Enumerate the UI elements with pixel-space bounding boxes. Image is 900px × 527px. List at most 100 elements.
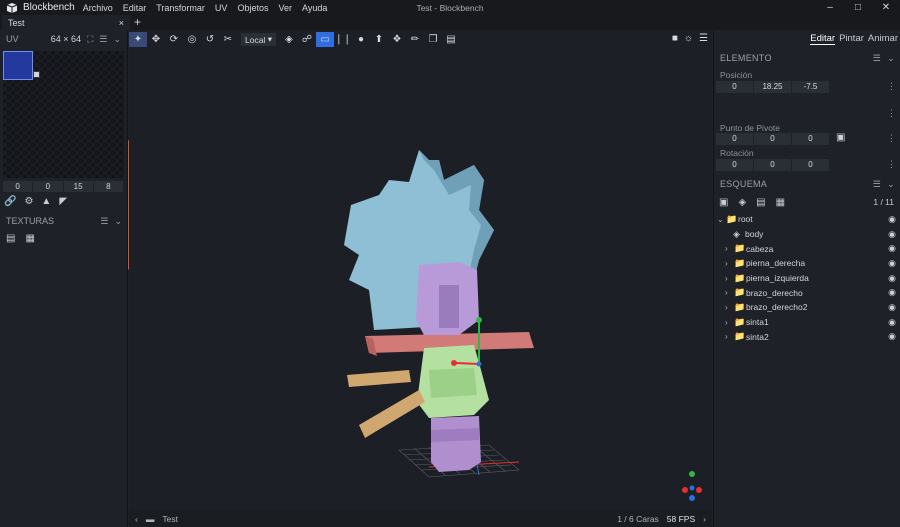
pivot-z-input[interactable]: 0 <box>792 133 829 145</box>
import-texture-icon[interactable]: ▤ <box>6 233 15 244</box>
tab-test[interactable]: Test × <box>2 15 130 30</box>
brush-icon[interactable]: ✏ <box>406 32 424 47</box>
chevron-right-icon[interactable]: › <box>725 288 734 297</box>
transform-space-select[interactable]: Local ▾ <box>241 33 276 46</box>
sort-icon[interactable]: ▦ <box>776 197 785 208</box>
panel-menu-icon[interactable]: ☰ <box>99 34 107 45</box>
triangle-icon[interactable]: ▲ <box>41 196 51 207</box>
chevron-down-icon[interactable]: ⌄ <box>887 53 895 64</box>
pivot-x-input[interactable]: 0 <box>716 133 753 145</box>
add-group-icon[interactable]: ▤ <box>756 197 765 208</box>
lighting-icon[interactable]: ☼ <box>684 33 693 44</box>
uv-w-input[interactable]: 15 <box>63 181 93 192</box>
eye-icon[interactable]: ◉ <box>888 258 896 269</box>
upload-icon[interactable]: ⬆ <box>370 32 388 47</box>
uv-resize-handle[interactable] <box>33 71 40 78</box>
menu-ayuda[interactable]: Ayuda <box>302 3 327 13</box>
chevron-right-icon[interactable]: › <box>725 318 734 327</box>
eye-icon[interactable]: ◉ <box>888 317 896 328</box>
uv-y-input[interactable]: 0 <box>33 181 63 192</box>
selection-mode-icon[interactable]: ▭ <box>315 32 334 47</box>
cut-tool-icon[interactable]: ✂ <box>219 32 237 47</box>
link-icon[interactable]: 🔗 <box>4 196 16 207</box>
list-item[interactable]: ⌄ 📁 root ◉ <box>713 212 900 227</box>
chevron-down-icon[interactable]: ⌄ <box>114 216 122 227</box>
chevron-right-icon[interactable]: › <box>725 244 734 253</box>
uv-selection-box[interactable] <box>3 51 33 80</box>
eye-icon[interactable]: ◉ <box>888 331 896 342</box>
move-tool-icon[interactable]: ✦ <box>129 32 147 47</box>
panel-menu-icon[interactable]: ☰ <box>873 179 881 190</box>
position-y-input[interactable]: 18.25 <box>754 81 791 93</box>
list-item[interactable]: › 📁 pierna_izquierda ◉ <box>713 271 900 286</box>
mode-animate[interactable]: Animar <box>868 33 898 45</box>
sidebar-toggle-icon[interactable]: ‹ <box>135 514 138 524</box>
3d-viewport[interactable] <box>129 30 712 527</box>
uv-x-input[interactable]: 0 <box>3 181 33 192</box>
add-cube-icon[interactable]: ▣ <box>719 197 728 208</box>
minimize-icon[interactable]: – <box>816 0 844 15</box>
vertex-snap-icon[interactable]: ↺ <box>201 32 219 47</box>
camera-icon[interactable]: ■ <box>672 33 678 44</box>
chevron-right-icon[interactable]: › <box>725 303 734 312</box>
pivot-y-input[interactable]: 0 <box>754 133 791 145</box>
chevron-down-icon[interactable]: ⌄ <box>113 34 121 45</box>
chevron-down-icon[interactable]: ⌄ <box>887 179 895 190</box>
copy-icon[interactable]: ❐ <box>424 32 442 47</box>
center-pivot-icon[interactable]: ▣ <box>836 132 845 143</box>
rotation-z-input[interactable]: 0 <box>792 159 829 171</box>
vertex-mode-icon[interactable]: ● <box>352 32 370 47</box>
uv-h-input[interactable]: 8 <box>93 181 123 192</box>
eye-icon[interactable]: ◉ <box>888 214 896 225</box>
chevron-right-icon[interactable]: › <box>725 259 734 268</box>
chevron-down-icon[interactable]: ⌄ <box>717 215 726 224</box>
chevron-right-icon[interactable]: › <box>725 332 734 341</box>
eye-icon[interactable]: ◉ <box>888 273 896 284</box>
mode-edit[interactable]: Editar <box>810 33 836 45</box>
rotation-x-input[interactable]: 0 <box>716 159 753 171</box>
new-tab-button[interactable]: + <box>134 15 141 29</box>
position-x-input[interactable]: 0 <box>716 81 753 93</box>
settings-icon[interactable]: ⚙ <box>24 196 33 207</box>
eye-icon[interactable]: ◉ <box>888 243 896 254</box>
view-menu-icon[interactable]: ☰ <box>699 33 708 44</box>
add-locator-icon[interactable]: ◈ <box>738 197 746 208</box>
eye-icon[interactable]: ◉ <box>888 302 896 313</box>
tab-close-icon[interactable]: × <box>119 18 124 28</box>
paste-icon[interactable]: ▤ <box>442 32 460 47</box>
resize-icon[interactable]: ❖ <box>388 32 406 47</box>
more-icon[interactable]: ⋮ <box>887 108 896 119</box>
panel-menu-icon[interactable]: ☰ <box>100 216 108 227</box>
list-item[interactable]: › 📁 sinta1 ◉ <box>713 315 900 330</box>
edge-mode-icon[interactable]: ❘❘ <box>334 32 352 47</box>
close-window-icon[interactable]: ✕ <box>872 0 900 15</box>
more-icon[interactable]: ⋮ <box>887 133 896 144</box>
link-icon[interactable]: ☍ <box>298 32 316 47</box>
menu-objetos[interactable]: Objetos <box>237 3 268 13</box>
more-icon[interactable]: ⋮ <box>887 81 896 92</box>
more-icon[interactable]: ⋮ <box>887 159 896 170</box>
mirror-icon[interactable]: ◤ <box>59 196 67 207</box>
list-item[interactable]: › 📁 brazo_derecho2 ◉ <box>713 300 900 315</box>
sidebar-toggle-right-icon[interactable]: › <box>703 514 706 524</box>
position-z-input[interactable]: -7.5 <box>792 81 829 93</box>
list-item[interactable]: › 📁 cabeza ◉ <box>713 241 900 256</box>
list-item[interactable]: › 📁 sinta2 ◉ <box>713 330 900 345</box>
translate-tool-icon[interactable]: ✥ <box>147 32 165 47</box>
menu-archivo[interactable]: Archivo <box>83 3 113 13</box>
rotation-y-input[interactable]: 0 <box>754 159 791 171</box>
menu-uv[interactable]: UV <box>215 3 228 13</box>
pivot-tool-icon[interactable]: ◎ <box>183 32 201 47</box>
create-texture-icon[interactable]: ▦ <box>25 233 34 244</box>
menu-ver[interactable]: Ver <box>278 3 292 13</box>
list-item[interactable]: › 📁 pierna_derecha ◉ <box>713 256 900 271</box>
mode-paint[interactable]: Pintar <box>839 33 864 45</box>
eye-icon[interactable]: ◉ <box>888 287 896 298</box>
list-item[interactable]: › 📁 brazo_derecho ◉ <box>713 285 900 300</box>
3d-model-scene[interactable] <box>129 30 712 527</box>
maximize-icon[interactable]: □ <box>844 0 872 15</box>
chevron-right-icon[interactable]: › <box>725 274 734 283</box>
fullscreen-icon[interactable]: ⛶ <box>87 34 93 45</box>
rotate-tool-icon[interactable]: ⟳ <box>165 32 183 47</box>
menu-editar[interactable]: Editar <box>123 3 147 13</box>
